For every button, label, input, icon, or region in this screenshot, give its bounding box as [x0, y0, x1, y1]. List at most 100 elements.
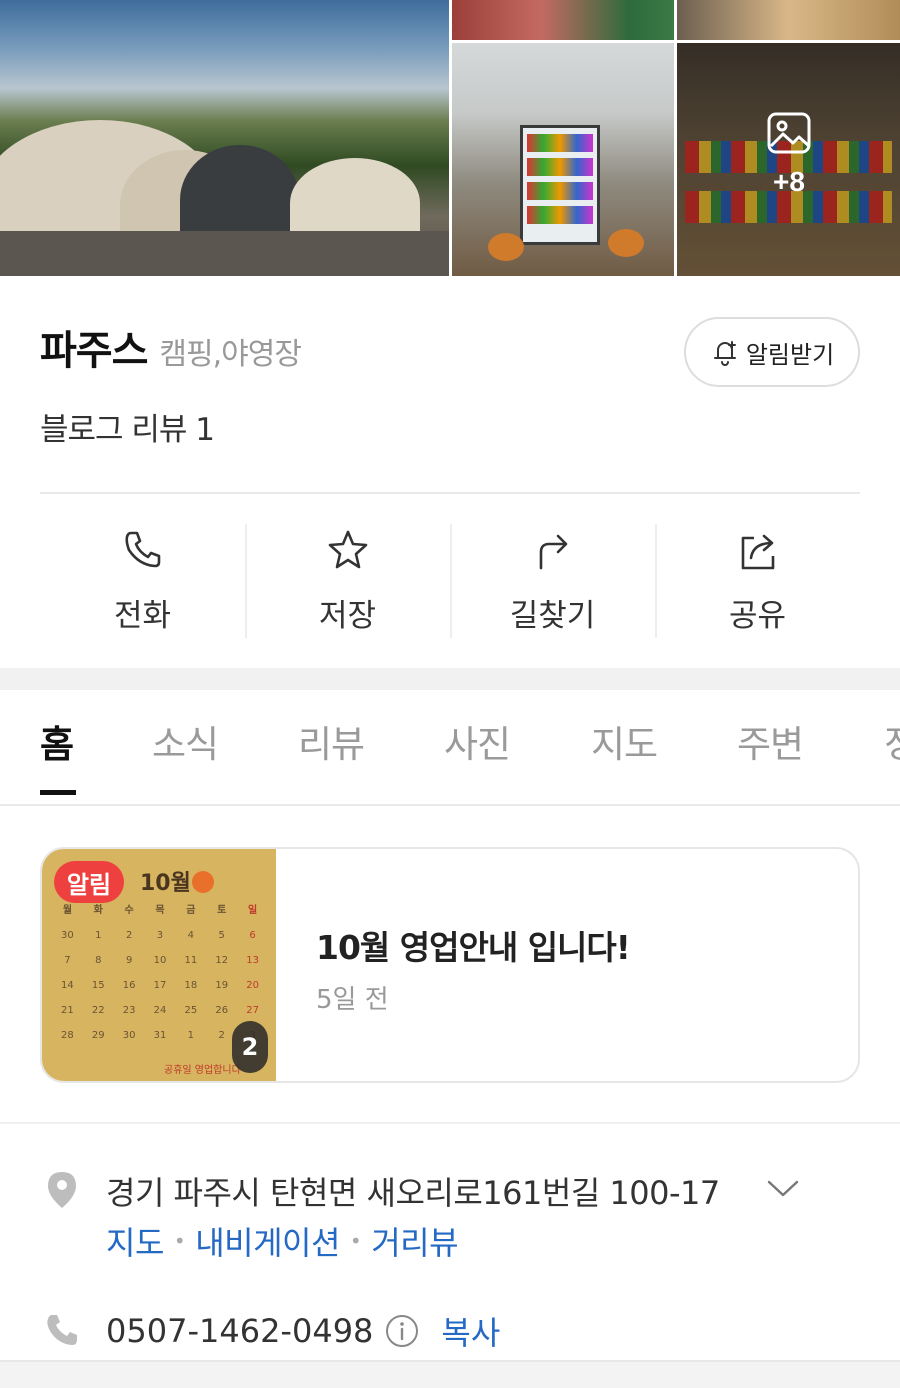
tab-photos[interactable]: 사진 [444, 714, 511, 768]
divider [40, 492, 860, 494]
tab-reviews[interactable]: 리뷰 [298, 714, 365, 768]
calendar-day: 24 [153, 1005, 167, 1016]
phone-row: 0507-1462-0498 복사 [106, 1308, 500, 1354]
persimmon-icon [192, 871, 214, 893]
call-label: 전화 [113, 598, 172, 634]
share-label: 공유 [728, 598, 787, 634]
photo-thumb-store[interactable] [452, 43, 674, 276]
calendar-weekday: 일 [247, 905, 258, 916]
ground [0, 231, 449, 276]
calendar-day: 19 [215, 980, 229, 991]
calendar-weekday: 월 [62, 905, 73, 916]
calendar-day: 30 [122, 1030, 136, 1041]
calendar-day: 2 [125, 930, 133, 941]
notice-thumbnail: 10월 월 화 수 목 금 토 일 30 1 2 3 4 5 6 7 8 9 10 11 12 13 14 15 16 17 18… [42, 849, 276, 1081]
tab-bar: 홈 소식 리뷰 사진 지도 주변 정 [0, 690, 900, 806]
fridge [520, 125, 600, 245]
calendar-day: 6 [249, 930, 256, 941]
calendar-day: 22 [91, 1005, 105, 1016]
tab-nearby[interactable]: 주변 [737, 714, 804, 768]
dot-separator: • [173, 1229, 186, 1253]
streetview-link[interactable]: 거리뷰 [371, 1218, 458, 1264]
calendar-grid: 월 화 수 목 금 토 일 30 1 2 3 4 5 6 7 8 9 10 11 12 13 14 15 16 17 18 19 20… [52, 901, 268, 1041]
copy-phone-link[interactable]: 복사 [441, 1308, 500, 1354]
address-links: 지도 • 내비게이션 • 거리뷰 [106, 1218, 459, 1264]
calendar-day: 8 [95, 955, 102, 966]
info-icon[interactable] [385, 1314, 419, 1348]
share-icon [741, 534, 774, 570]
notify-button[interactable]: 알림받기 [684, 317, 860, 387]
map-link[interactable]: 지도 [106, 1218, 164, 1264]
calendar-day: 25 [184, 1005, 198, 1016]
calendar-weekday: 토 [217, 905, 227, 916]
calendar-day: 20 [246, 980, 259, 991]
calendar-day: 18 [184, 980, 198, 991]
photo-gallery[interactable]: +8 [0, 0, 900, 276]
photo-thumb-meat[interactable] [452, 0, 674, 40]
dot-separator: • [349, 1229, 362, 1253]
calendar-day: 27 [246, 1005, 259, 1016]
calendar-weekday: 화 [93, 905, 103, 916]
notify-button-label: 알림받기 [745, 340, 835, 369]
calendar-day: 21 [61, 1005, 74, 1016]
tab-map[interactable]: 지도 [591, 714, 658, 768]
share-button[interactable]: 공유 [655, 522, 860, 640]
calendar-month: 10월 [140, 871, 191, 896]
section-divider [0, 668, 900, 690]
calendar-day: 26 [215, 1005, 229, 1016]
save-button[interactable]: 저장 [245, 522, 450, 640]
title-row: 파주스 캠핑,야영장 [40, 318, 302, 376]
call-button[interactable]: 전화 [40, 522, 245, 640]
calendar-day: 16 [122, 980, 136, 991]
location-pin-icon [48, 1172, 76, 1208]
directions-icon [539, 534, 567, 570]
calendar-day: 28 [61, 1030, 74, 1041]
calendar-day: 9 [125, 955, 133, 966]
calendar-day: 29 [91, 1030, 105, 1041]
calendar-day: 23 [122, 1005, 136, 1016]
section-divider [0, 1360, 900, 1388]
image-count-badge: 2 [232, 1021, 268, 1073]
calendar-footer: 공휴일 영업합니다 [164, 1065, 241, 1076]
directions-button[interactable]: 길찾기 [450, 522, 655, 640]
calendar-day: 13 [246, 955, 259, 966]
photo-thumb-food[interactable] [677, 0, 900, 40]
alert-badge: 알림 [54, 861, 124, 903]
calendar-day: 12 [215, 955, 229, 966]
blog-review-link[interactable]: 블로그 리뷰 1 [40, 404, 215, 449]
active-tab-indicator [40, 790, 76, 795]
phone-icon [47, 1315, 77, 1345]
more-photos[interactable]: +8 [767, 112, 811, 212]
pumpkin [608, 229, 644, 257]
calendar-day: 11 [184, 955, 198, 966]
calendar-day: 1 [187, 1030, 195, 1041]
main-photo[interactable] [0, 0, 449, 276]
phone-icon [124, 531, 160, 568]
navigation-link[interactable]: 내비게이션 [195, 1218, 340, 1264]
save-label: 저장 [318, 598, 377, 634]
star-icon [328, 530, 367, 569]
notice-card[interactable]: 10월 월 화 수 목 금 토 일 30 1 2 3 4 5 6 7 8 9 10 11 12 13 14 15 16 17 18… [40, 847, 860, 1083]
calendar-day: 15 [91, 980, 105, 991]
calendar-day: 30 [61, 930, 74, 941]
phone-number[interactable]: 0507-1462-0498 [106, 1312, 373, 1350]
calendar-day: 14 [61, 980, 74, 991]
tab-news[interactable]: 소식 [152, 714, 219, 768]
calendar-weekday: 수 [124, 905, 134, 916]
calendar-day: 5 [218, 930, 225, 941]
directions-label: 길찾기 [509, 598, 596, 634]
pumpkin [488, 233, 524, 261]
divider [0, 1122, 900, 1124]
calendar-day: 1 [95, 930, 102, 941]
calendar-day: 10 [153, 955, 167, 966]
calendar-day: 7 [64, 955, 71, 966]
image-icon [767, 112, 811, 154]
address-text: 경기 파주시 탄현면 새오리로161번길 100-17 [106, 1174, 720, 1212]
place-name: 파주스 [40, 328, 148, 374]
chevron-down-icon[interactable] [766, 1178, 800, 1200]
tab-info[interactable]: 정 [884, 714, 900, 768]
tab-home[interactable]: 홈 [40, 714, 74, 768]
action-bar: 전화 저장 길찾기 공유 [40, 522, 860, 640]
calendar-day: 3 [156, 930, 164, 941]
calendar-day: 4 [187, 930, 195, 941]
